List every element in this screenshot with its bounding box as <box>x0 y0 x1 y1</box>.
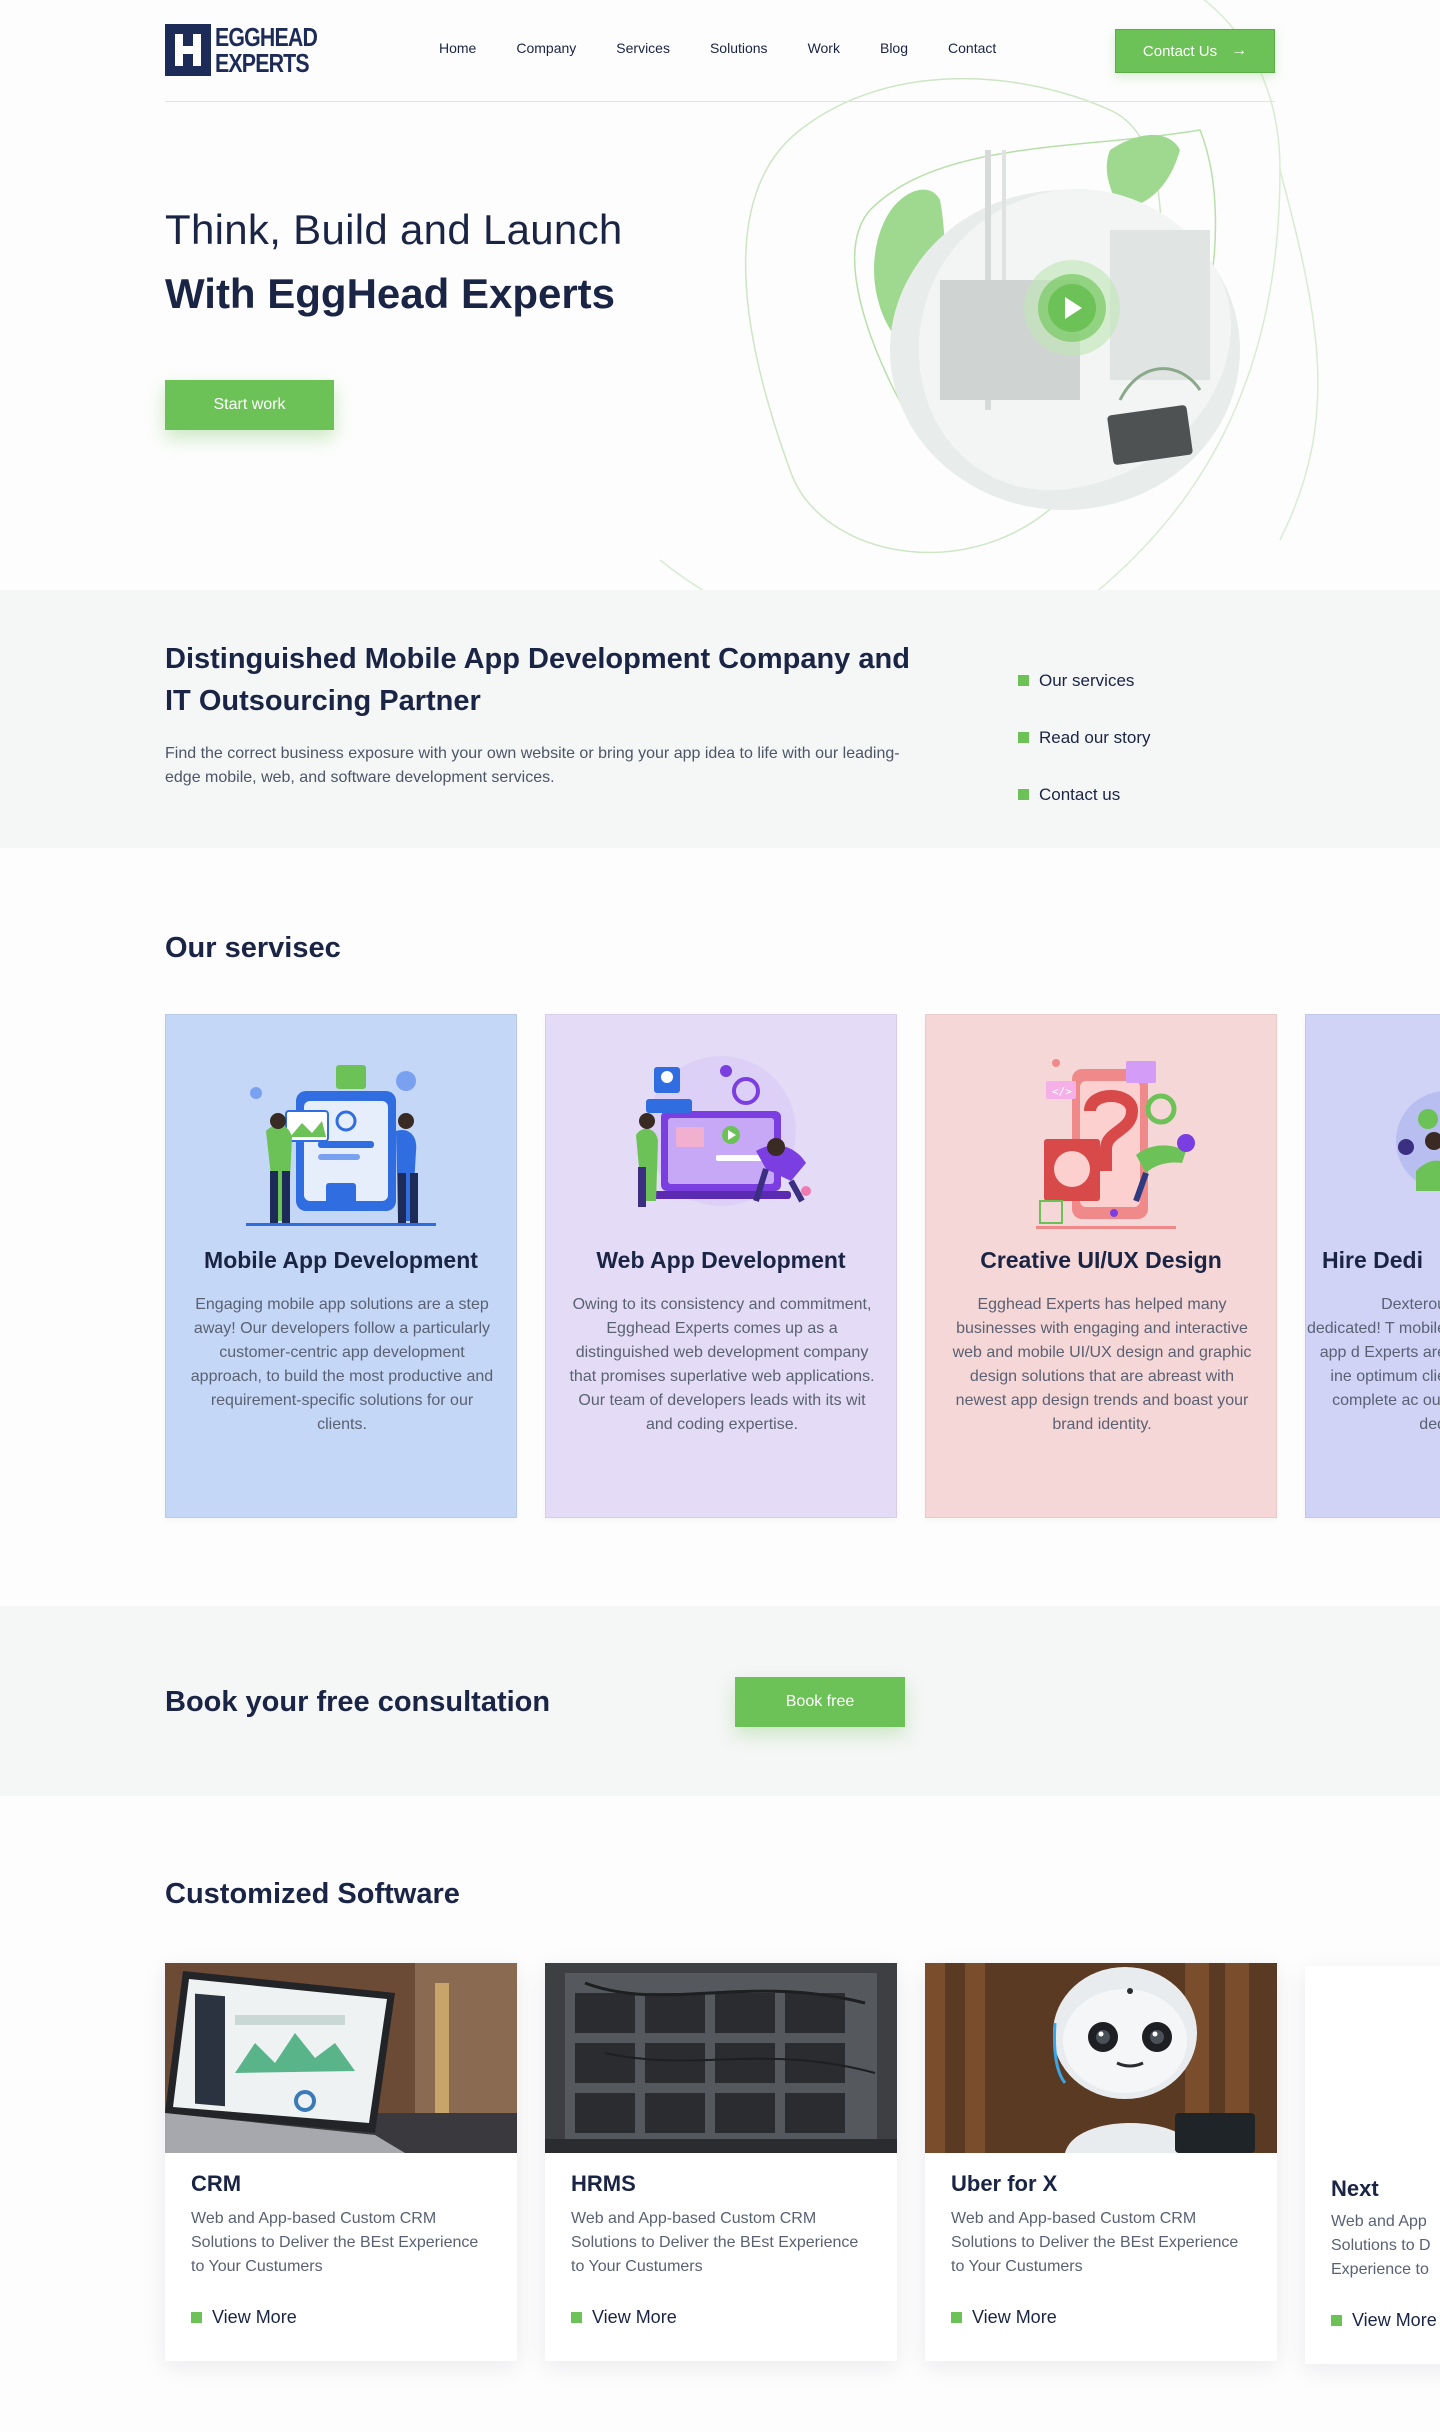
nav-solutions[interactable]: Solutions <box>710 40 768 56</box>
service-card-body: Dexterou dedicated! T mobile app d Exper… <box>1306 1296 1440 1433</box>
nav-work[interactable]: Work <box>808 40 840 56</box>
software-title: Customized Software <box>165 1878 460 1910</box>
service-card-title: Creative UI/UX Design <box>980 1247 1222 1273</box>
link-contact-us[interactable]: Contact us <box>1018 766 1151 823</box>
consultation-section: Book your free consultation Book free <box>0 1606 1440 1796</box>
service-card-hire[interactable]: Hire Dedi Dexterou dedicated! T mobile a… <box>1305 1014 1440 1518</box>
view-more-link[interactable]: View More <box>571 2307 677 2328</box>
ui-ux-illustration: </> <box>1036 1059 1195 1229</box>
nav-company[interactable]: Company <box>516 40 576 56</box>
software-card-title: Uber for X <box>951 2171 1058 2196</box>
nav-contact[interactable]: Contact <box>948 40 996 56</box>
hrms-image <box>545 1963 897 2153</box>
hero-title-line-2: With EggHead Experts <box>165 270 616 317</box>
hero-title-line-1: Think, Build and Launch <box>165 206 623 253</box>
hire-dedicated-illustration <box>1396 1091 1440 1191</box>
view-more-link[interactable]: View More <box>1331 2310 1437 2331</box>
link-read-our-story[interactable]: Read our story <box>1018 709 1151 766</box>
mobile-app-illustration <box>246 1065 436 1226</box>
contact-us-label: Contact Us <box>1142 42 1218 60</box>
bullet-icon <box>1018 675 1029 686</box>
services-title: Our servisec <box>165 932 341 964</box>
view-more-label: View More <box>1352 2310 1437 2330</box>
bullet-icon <box>1018 789 1029 800</box>
software-card-body: Web and App-based Custom CRM Solutions t… <box>571 2210 859 2275</box>
link-our-services[interactable]: Our services <box>1018 652 1151 709</box>
service-card-title: Hire Dedi <box>1322 1247 1423 1273</box>
bullet-icon <box>191 2312 202 2323</box>
view-more-link[interactable]: View More <box>191 2307 297 2328</box>
uber-for-x-image <box>925 1963 1277 2153</box>
main-nav: Home Company Services Solutions Work Blo… <box>439 40 996 56</box>
view-more-label: View More <box>212 2307 297 2327</box>
intro-section: Distinguished Mobile App Development Com… <box>0 590 1440 848</box>
service-card-web[interactable]: Web App Development Owing to its consist… <box>545 1014 897 1518</box>
hero-illustration <box>659 0 1319 661</box>
link-label: Contact us <box>1039 784 1121 804</box>
software-card-title: Next <box>1331 2176 1379 2201</box>
software-card-body: Web and App-based Custom CRM Solutions t… <box>951 2210 1239 2275</box>
software-card-hrms[interactable]: HRMS Web and App-based Custom CRM Soluti… <box>545 1963 897 2361</box>
logo-line-2: EXPERTS <box>215 48 310 78</box>
software-card-body: Web and App-based Custom CRM Solutions t… <box>191 2210 479 2275</box>
logo[interactable]: EGGHEAD EXPERTS <box>165 24 318 78</box>
service-card-uiux[interactable]: </> Creative UI/UX Design Egghead Expert… <box>925 1014 1277 1518</box>
software-card-uber[interactable]: Uber for X Web and App-based Custom CRM … <box>925 1963 1277 2361</box>
service-card-body: Egghead Experts has helped many business… <box>952 1296 1252 1433</box>
link-label: Our services <box>1039 670 1135 690</box>
logo-mark-icon <box>165 24 211 76</box>
svg-text:</>: </> <box>1052 1085 1072 1098</box>
software-card-body: Web and App Solutions to D Experience to <box>1331 2213 1431 2278</box>
service-card-title: Mobile App Development <box>204 1247 478 1273</box>
link-label: Read our story <box>1039 727 1151 747</box>
bullet-icon <box>1331 2315 1342 2326</box>
nav-home[interactable]: Home <box>439 40 476 56</box>
book-free-button[interactable]: Book free <box>735 1677 905 1727</box>
software-card-title: CRM <box>191 2171 242 2196</box>
software-card-next[interactable]: Next Web and App Solutions to D Experien… <box>1305 1966 1440 2364</box>
start-work-button[interactable]: Start work <box>165 380 334 430</box>
nav-blog[interactable]: Blog <box>880 40 908 56</box>
intro-body: Find the correct business exposure with … <box>165 745 900 786</box>
service-card-body: Owing to its consistency and commitment,… <box>569 1296 875 1433</box>
next-image-placeholder <box>1305 1966 1440 2156</box>
contact-us-button[interactable]: Contact Us → <box>1115 29 1275 73</box>
service-card-title: Web App Development <box>596 1247 846 1273</box>
logo-line-1: EGGHEAD <box>215 22 318 52</box>
web-app-illustration <box>636 1056 811 1207</box>
service-card-mobile[interactable]: Mobile App Development Engaging mobile a… <box>165 1014 517 1518</box>
consultation-heading: Book your free consultation <box>165 1686 551 1718</box>
software-card-crm[interactable]: CRM Web and App-based Custom CRM Solutio… <box>165 1963 517 2361</box>
page: EGGHEAD EXPERTS Home Company Services So… <box>0 0 1440 2432</box>
nav-services[interactable]: Services <box>616 40 670 56</box>
bullet-icon <box>571 2312 582 2323</box>
intro-links: Our services Read our story Contact us <box>1018 652 1151 823</box>
crm-image <box>165 1963 517 2153</box>
bullet-icon <box>1018 732 1029 743</box>
software-card-title: HRMS <box>571 2171 636 2196</box>
view-more-link[interactable]: View More <box>951 2307 1057 2328</box>
view-more-label: View More <box>592 2307 677 2327</box>
view-more-label: View More <box>972 2307 1057 2327</box>
intro-heading: Distinguished Mobile App Development Com… <box>165 643 910 717</box>
arrow-right-icon: → <box>1231 42 1248 59</box>
bullet-icon <box>951 2312 962 2323</box>
site-header: EGGHEAD EXPERTS Home Company Services So… <box>165 0 1275 102</box>
service-card-body: Engaging mobile app solutions are a step… <box>190 1296 494 1433</box>
logo-text: EGGHEAD EXPERTS <box>215 22 318 78</box>
